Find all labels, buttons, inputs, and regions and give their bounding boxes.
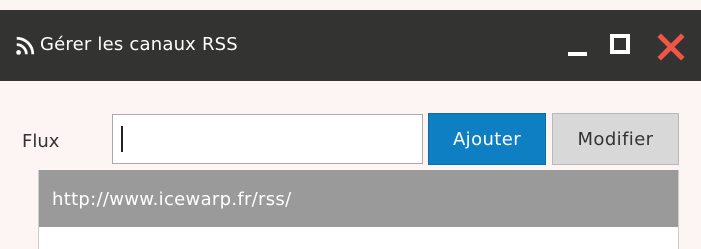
title-bar[interactable]: Gérer les canaux RSS <box>0 10 701 81</box>
add-button[interactable]: Ajouter <box>428 113 546 165</box>
feed-url-input[interactable] <box>112 114 423 164</box>
rss-feeds-dialog: Gérer les canaux RSS Flux Ajouter Modifi… <box>0 0 701 249</box>
modify-button[interactable]: Modifier <box>552 113 679 165</box>
dialog-content: Flux Ajouter Modifier http://www.icewarp… <box>0 81 701 249</box>
maximize-button[interactable] <box>604 28 640 64</box>
text-caret <box>121 126 123 152</box>
feed-list[interactable]: http://www.icewarp.fr/rss/ <box>38 170 679 249</box>
flux-label: Flux <box>22 131 60 152</box>
rss-icon <box>16 36 35 55</box>
close-button[interactable] <box>652 28 688 64</box>
feed-list-item-selected[interactable]: http://www.icewarp.fr/rss/ <box>39 170 678 227</box>
minimize-button[interactable] <box>561 28 597 64</box>
window-title: Gérer les canaux RSS <box>40 34 238 55</box>
close-icon <box>657 33 685 61</box>
